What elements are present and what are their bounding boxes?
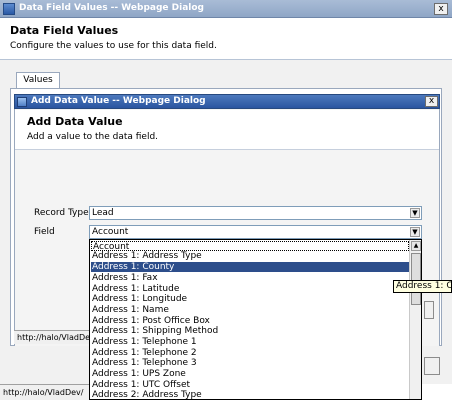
record-type-label: Record Type [34, 208, 89, 218]
tab-values[interactable]: Values [16, 72, 60, 88]
list-item[interactable]: Address 1: Telephone 3 [91, 358, 409, 368]
inner-dialog-titlebar: Add Data Value -- Webpage Dialog x [14, 94, 440, 109]
chevron-down-icon[interactable]: ▼ [410, 208, 420, 218]
outer-dialog-header: Data Field Values Configure the values t… [0, 18, 452, 60]
list-item[interactable]: Address 1: Name [91, 305, 409, 315]
inner-dialog-header: Add Data Value Add a value to the data f… [15, 110, 439, 150]
record-type-select[interactable]: Lead ▼ [89, 206, 422, 220]
window-icon [3, 3, 15, 15]
list-item[interactable]: Address 1: Shipping Method [91, 326, 409, 336]
field-dropdown-list[interactable]: Account Address 1: Address Type Address … [89, 239, 422, 400]
inner-dialog-description: Add a value to the data field. [27, 132, 159, 142]
inner-dialog-button-partial[interactable] [424, 301, 434, 319]
chevron-down-icon[interactable]: ▼ [410, 227, 420, 237]
window-icon [17, 97, 27, 107]
scrollbar-thumb[interactable] [411, 253, 421, 305]
record-type-value: Lead [92, 208, 114, 218]
list-item[interactable]: Address 1: Telephone 2 [91, 348, 409, 358]
list-item[interactable]: Address 1: Telephone 1 [91, 337, 409, 347]
outer-dialog-titlebar: Data Field Values -- Webpage Dialog x [0, 0, 452, 18]
inner-close-button[interactable]: x [425, 96, 438, 107]
outer-dialog-heading: Data Field Values [10, 24, 119, 37]
list-item[interactable]: Address 1: UPS Zone [91, 369, 409, 379]
list-item[interactable]: Address 1: Longitude [91, 294, 409, 304]
field-select[interactable]: Account ▼ [89, 225, 422, 239]
list-item[interactable]: Account [91, 241, 409, 252]
list-item-selected[interactable]: Address 1: County [91, 262, 409, 272]
outer-dialog-title: Data Field Values -- Webpage Dialog [19, 3, 204, 13]
list-item[interactable]: Address 1: Fax [91, 273, 409, 283]
chevron-up-icon[interactable]: ▲ [411, 241, 421, 251]
list-item[interactable]: Address 1: Latitude [91, 284, 409, 294]
dropdown-scrollbar[interactable]: ▲ [409, 240, 421, 399]
inner-status-bar: http://halo/VladDe [14, 330, 89, 344]
field-value: Account [92, 227, 129, 237]
outer-dialog-button-partial[interactable] [424, 357, 440, 375]
field-label: Field [34, 227, 55, 237]
inner-dialog-heading: Add Data Value [27, 115, 123, 128]
outer-close-button[interactable]: x [434, 3, 448, 15]
list-item[interactable]: Address 1: UTC Offset [91, 380, 409, 390]
list-item[interactable]: Address 2: Address Type [91, 390, 409, 399]
list-item[interactable]: Address 1: Post Office Box [91, 316, 409, 326]
outer-dialog-description: Configure the values to use for this dat… [10, 41, 217, 51]
inner-dialog-title: Add Data Value -- Webpage Dialog [31, 96, 206, 106]
tooltip: Address 1: Cou [393, 280, 452, 293]
outer-status-bar: http://halo/VladDev/ [0, 384, 89, 400]
list-item[interactable]: Address 1: Address Type [91, 251, 409, 261]
